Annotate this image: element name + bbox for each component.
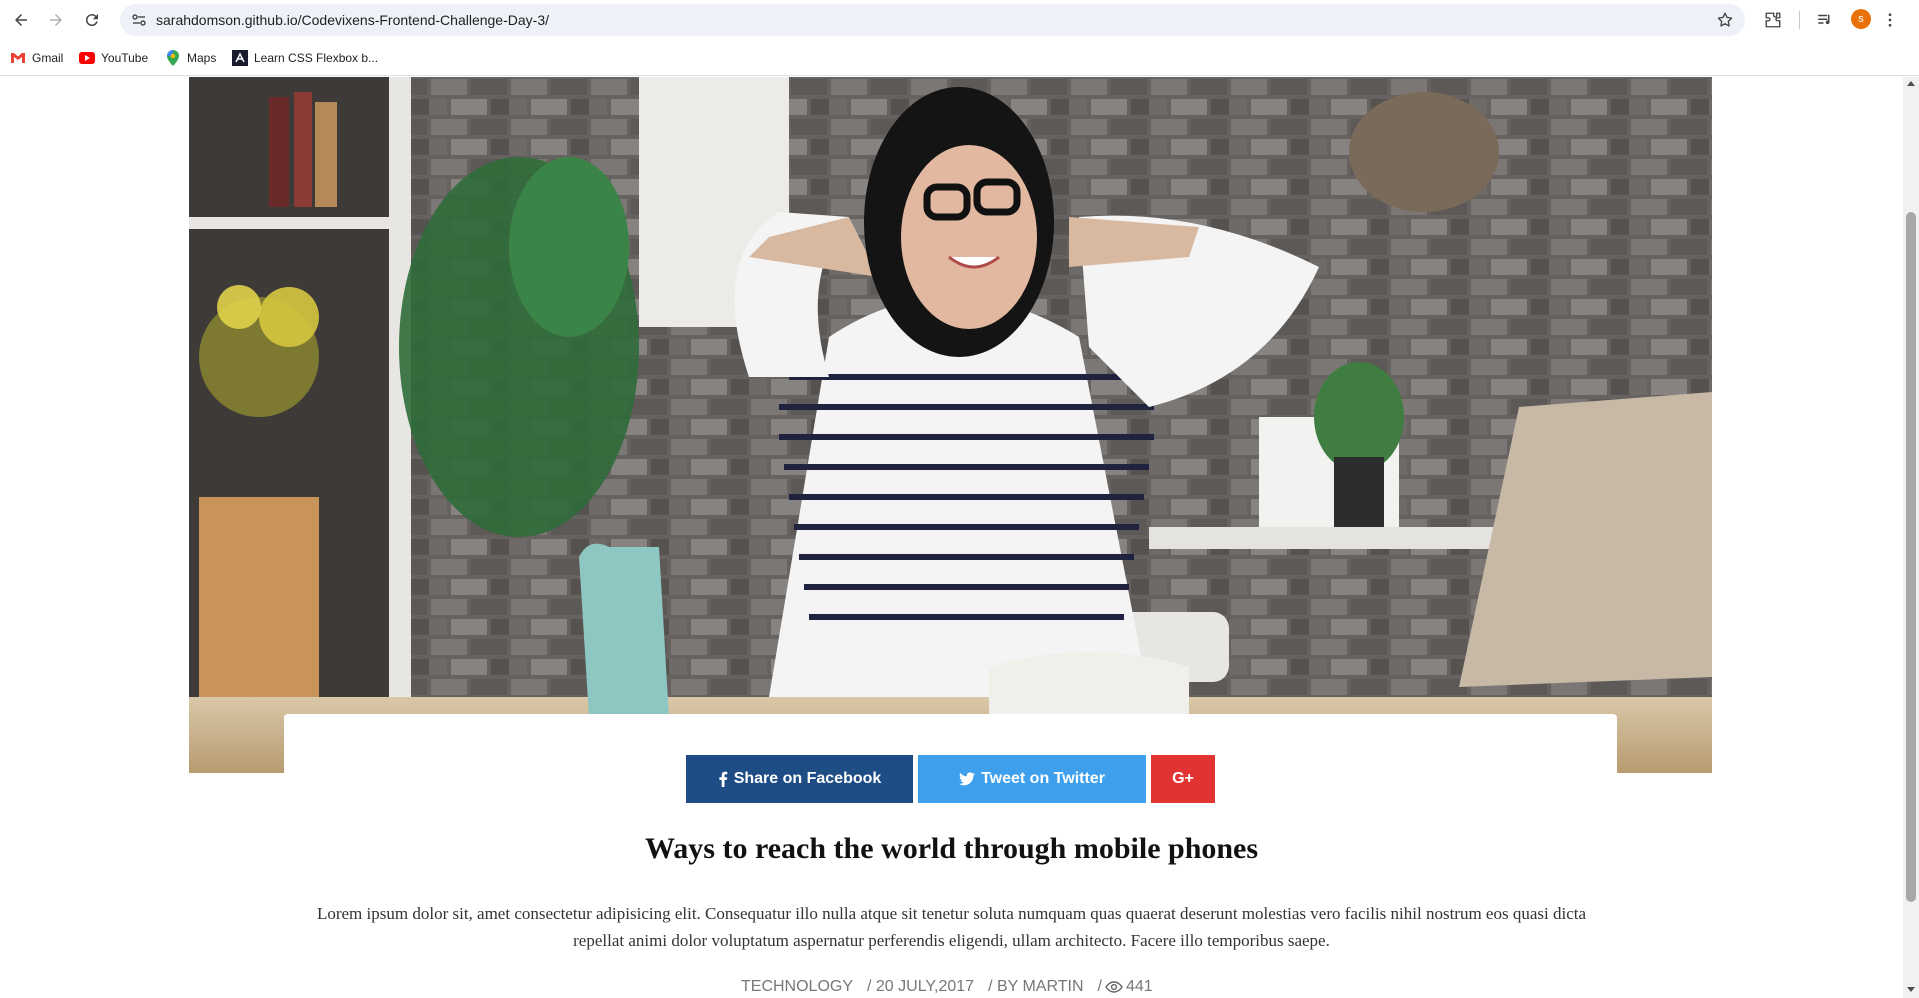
profile-avatar[interactable]: s [1851,9,1871,29]
back-button[interactable] [7,6,35,34]
youtube-icon [79,50,95,66]
gmail-icon [10,50,26,66]
reload-icon [85,14,98,27]
article-category[interactable]: TECHNOLOGY [741,978,853,996]
reload-button[interactable] [78,6,106,34]
share-facebook-label: Share on Facebook [733,770,882,787]
article-author[interactable]: / BY MARTIN [988,978,1083,996]
views-prefix: / [1097,978,1102,995]
eye-icon [1105,981,1123,993]
article-title: Ways to reach the world through mobile p… [644,832,1259,865]
browser-toolbar: sarahdomson.github.io/Codevixens-Fronten… [0,0,1919,40]
url-text[interactable]: sarahdomson.github.io/Codevixens-Fronten… [156,11,549,29]
menu-kebab-icon[interactable] [1878,8,1902,32]
site-settings-icon[interactable] [130,11,148,29]
forward-button[interactable] [42,6,70,34]
tweet-twitter-label: Tweet on Twitter [981,770,1105,787]
bookmark-label: Gmail [32,51,64,65]
address-bar[interactable]: sarahdomson.github.io/Codevixens-Fronten… [120,4,1745,36]
arrow-left-icon [15,14,27,26]
bookmark-gmail[interactable]: Gmail [10,48,63,68]
facebook-icon [719,771,728,787]
article-description: Lorem ipsum dolor sit, amet consectetur … [316,904,1587,950]
maps-icon [165,50,181,66]
hero-image [189,77,1712,773]
article-views: / 441 [1098,978,1167,996]
bookmark-maps[interactable]: Maps [165,48,216,68]
scroll-down-arrow-icon[interactable] [1907,987,1915,992]
scroll-up-arrow-icon[interactable] [1907,81,1915,86]
arrow-right-icon [50,14,62,26]
extensions-icon[interactable] [1761,8,1785,32]
page-scrollbar[interactable] [1903,77,1919,998]
article-date: / 20 JULY,2017 [867,978,975,995]
bookmark-label: Maps [187,51,217,65]
bookmarks-bar: Gmail YouTube Maps Learn CSS Flexbox b..… [0,40,1919,76]
bookmark-star-icon[interactable] [1713,8,1737,32]
toolbar-separator [1799,11,1800,29]
media-control-icon[interactable] [1813,8,1837,32]
page-viewport: Share on Facebook Tweet on Twitter G+ Wa… [0,77,1903,998]
tweet-twitter-button[interactable]: Tweet on Twitter [918,755,1146,803]
twitter-icon [959,772,976,786]
share-buttons: Share on Facebook Tweet on Twitter G+ [686,755,1215,803]
share-facebook-button[interactable]: Share on Facebook [686,755,913,803]
googleplus-label: G+ [1172,770,1194,787]
bookmark-youtube[interactable]: YouTube [79,48,148,68]
scroll-thumb[interactable] [1906,212,1916,902]
flexbox-icon [232,50,248,66]
views-count: 441 [1125,978,1153,995]
share-googleplus-button[interactable]: G+ [1151,755,1215,803]
bookmark-flexbox[interactable]: Learn CSS Flexbox b... [232,48,378,68]
hero-photo-illustration [189,77,1712,773]
article-meta: TECHNOLOGY / 20 JULY,2017 / BY MARTIN / … [741,977,1181,997]
bookmark-label: Learn CSS Flexbox b... [254,51,379,65]
bookmark-label: YouTube [101,51,149,65]
